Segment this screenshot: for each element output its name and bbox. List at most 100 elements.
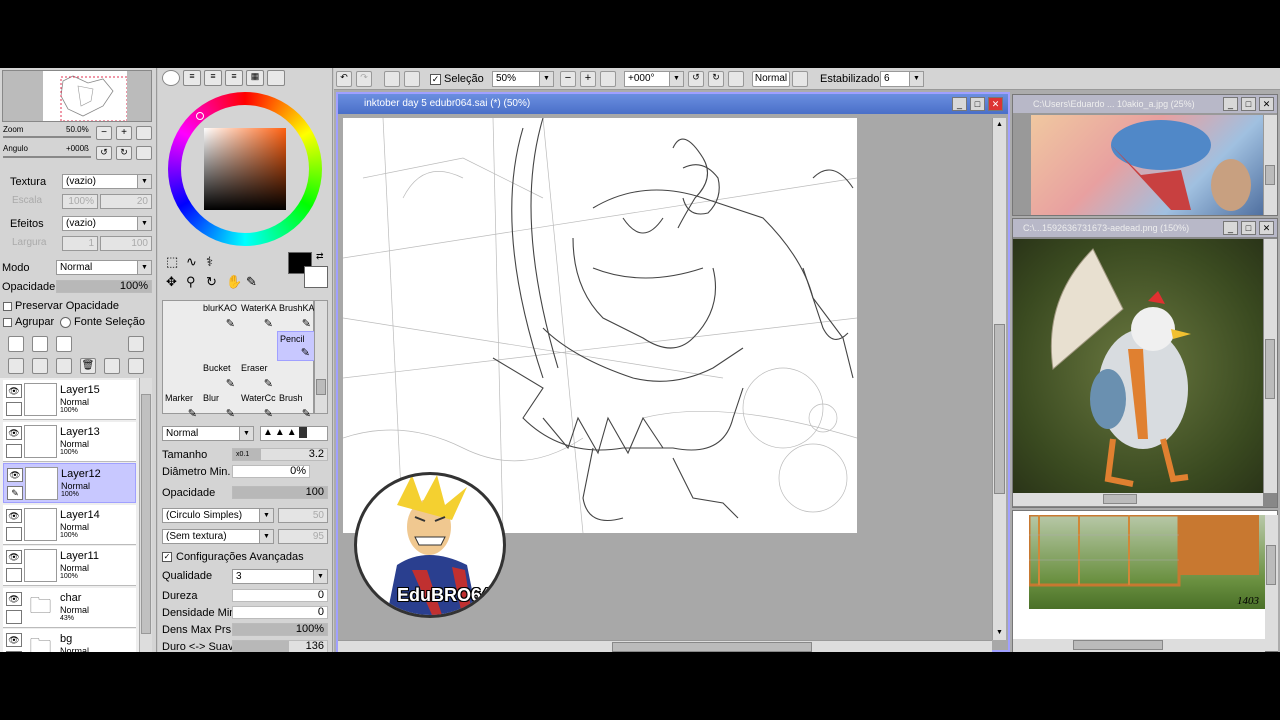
main-close-button[interactable]: ✕	[988, 97, 1003, 111]
flip-horizontal-button[interactable]	[792, 71, 808, 87]
zoom-select[interactable]: 50% ▼	[492, 71, 554, 87]
brush-slot[interactable]: Pencil ✎	[277, 331, 315, 361]
brush-slot[interactable]: Bucket ✎	[201, 361, 239, 391]
brush-texture-number[interactable]: 95	[278, 529, 328, 544]
brush-shape-number[interactable]: 50	[278, 508, 328, 523]
main-maximize-button[interactable]: □	[970, 97, 985, 111]
color-mixer-tab[interactable]: ≡	[225, 70, 243, 86]
brush-slot[interactable]: WaterCc ✎	[239, 391, 277, 421]
brush-slot[interactable]: Blur ✎	[201, 391, 239, 421]
ref3-image[interactable]: 1403	[1029, 515, 1265, 609]
background-color[interactable]	[304, 266, 328, 288]
toolbar-rotate-left-button[interactable]: ↺	[688, 71, 704, 87]
brush-slot[interactable]: blurKAO ✎	[201, 301, 239, 331]
lock-icon[interactable]	[6, 526, 22, 541]
color-wheel[interactable]	[168, 92, 322, 246]
brush-texture-select[interactable]: (Sem textura) ▼	[162, 529, 274, 544]
ref3-scrollbar[interactable]	[1265, 515, 1278, 651]
canvas-hscroll-thumb[interactable]	[612, 642, 812, 652]
clear-layer-button[interactable]	[56, 358, 72, 374]
ref2-maximize-button[interactable]: □	[1241, 221, 1256, 235]
brush-edge-shapes[interactable]: ▲▲▲■	[260, 426, 328, 441]
group-checkbox[interactable]	[3, 318, 12, 327]
swatches-tab[interactable]: ▦	[246, 70, 264, 86]
invert-selection-button[interactable]	[404, 71, 420, 87]
ref2-image[interactable]	[1013, 239, 1263, 493]
layer-row[interactable]: 👁 🗀 char Normal 43%	[3, 587, 136, 628]
layer-opacity-slider[interactable]: 100%	[56, 280, 152, 293]
max-density-slider[interactable]: 100%	[232, 623, 328, 636]
eye-icon[interactable]: 👁	[6, 508, 22, 523]
brush-slot[interactable]: BrushKA ✎	[277, 301, 315, 331]
toolbar-zoom-out-button[interactable]: −	[560, 71, 576, 87]
canvas-vertical-scrollbar[interactable]: ▲ ▼	[992, 118, 1006, 640]
layer-row[interactable]: 👁 Layer15 Normal 100%	[3, 380, 136, 420]
layer-row[interactable]: 👁 ✎ Layer12 Normal 100%	[3, 463, 136, 503]
empty-brush-slot[interactable]	[277, 361, 315, 391]
swap-colors-icon[interactable]: ⇄	[316, 251, 324, 262]
canvas-horizontal-scrollbar[interactable]	[338, 640, 992, 652]
layer-scrollbar[interactable]	[139, 378, 152, 652]
redo-button[interactable]: ↷	[356, 71, 372, 87]
ref2-hscrollbar[interactable]	[1013, 493, 1263, 506]
main-window-titlebar[interactable]: inktober day 5 edubr064.sai (*) (50%)	[338, 94, 1008, 114]
canvas-vscroll-thumb[interactable]	[994, 324, 1005, 494]
lasso-icon[interactable]: ∿	[186, 254, 197, 270]
brush-scroll-thumb[interactable]	[316, 379, 326, 395]
width-number[interactable]: 100	[100, 236, 152, 251]
empty-brush-slot[interactable]	[201, 331, 239, 361]
zoom-slider[interactable]	[3, 136, 91, 138]
zoom-reset-button[interactable]	[136, 126, 152, 140]
deselect-button[interactable]	[384, 71, 400, 87]
size-multiplier[interactable]: x0.1	[236, 449, 249, 460]
drawing-canvas[interactable]	[343, 118, 857, 533]
toolbar-zoom-reset-button[interactable]	[600, 71, 616, 87]
eye-icon[interactable]: 👁	[6, 550, 22, 564]
angle-select[interactable]: +000° ▼	[624, 71, 684, 87]
undo-button[interactable]: ↶	[336, 71, 352, 87]
brush-shape-select[interactable]: (Circulo Simples) ▼	[162, 508, 274, 523]
rotate-left-button[interactable]: ↺	[96, 146, 112, 160]
new-vector-layer-button[interactable]	[32, 336, 48, 352]
brush-slot[interactable]: Brush ✎	[277, 391, 315, 421]
lock-icon[interactable]	[6, 609, 22, 624]
zoom-out-button[interactable]: −	[96, 126, 112, 140]
layer-row[interactable]: 👁 Layer14 Normal 100%	[3, 504, 136, 545]
magic-wand-icon[interactable]: ⚕	[206, 254, 213, 270]
ref1-close-button[interactable]: ✕	[1259, 97, 1274, 111]
brush-slot[interactable]: WaterKA ✎	[239, 301, 277, 331]
rgb-slider-tab[interactable]: ≡	[183, 70, 201, 86]
ref1-scrollbar[interactable]	[1264, 115, 1277, 215]
scratchpad-tab[interactable]	[267, 70, 285, 86]
scroll-down-icon[interactable]: ▼	[993, 626, 1006, 639]
rect-select-icon[interactable]: ⬚	[166, 254, 178, 270]
eyedropper-icon[interactable]: ✎	[246, 274, 257, 290]
hsv-slider-tab[interactable]: ≡	[204, 70, 222, 86]
zoom-tool-icon[interactable]: ⚲	[186, 274, 196, 290]
hard-soft-slider[interactable]: 136	[232, 640, 328, 652]
empty-brush-slot[interactable]	[239, 331, 277, 361]
eye-icon[interactable]: 👁	[6, 425, 22, 440]
new-layer-button[interactable]	[8, 336, 24, 352]
toolbar-rotate-reset-button[interactable]	[728, 71, 744, 87]
eye-icon[interactable]: 👁	[6, 591, 22, 606]
zoom-in-button[interactable]: +	[116, 126, 132, 140]
blend-mode-toolbar-button[interactable]: Normal	[752, 71, 790, 87]
ref3-hscrollbar[interactable]	[1013, 639, 1265, 652]
layer-mask-button[interactable]	[128, 336, 144, 352]
quality-select[interactable]: 3 ▼	[232, 569, 328, 584]
ref2-minimize-button[interactable]: _	[1223, 221, 1238, 235]
new-folder-button[interactable]	[56, 336, 72, 352]
lock-icon[interactable]	[6, 443, 22, 458]
ref1-maximize-button[interactable]: □	[1241, 97, 1256, 111]
brush-slot[interactable]: Marker ✎	[163, 391, 201, 421]
main-minimize-button[interactable]: _	[952, 97, 967, 111]
saturation-value-square[interactable]	[204, 128, 286, 210]
lock-icon[interactable]	[6, 651, 22, 652]
eye-icon[interactable]: 👁	[7, 468, 23, 482]
navigator-preview[interactable]	[2, 70, 152, 122]
hue-marker[interactable]	[196, 112, 204, 120]
advanced-settings-checkbox[interactable]: ✓	[162, 552, 172, 562]
layer-row[interactable]: 👁 Layer11 Normal 100%	[3, 546, 136, 586]
min-density-slider[interactable]: 0	[232, 606, 328, 619]
